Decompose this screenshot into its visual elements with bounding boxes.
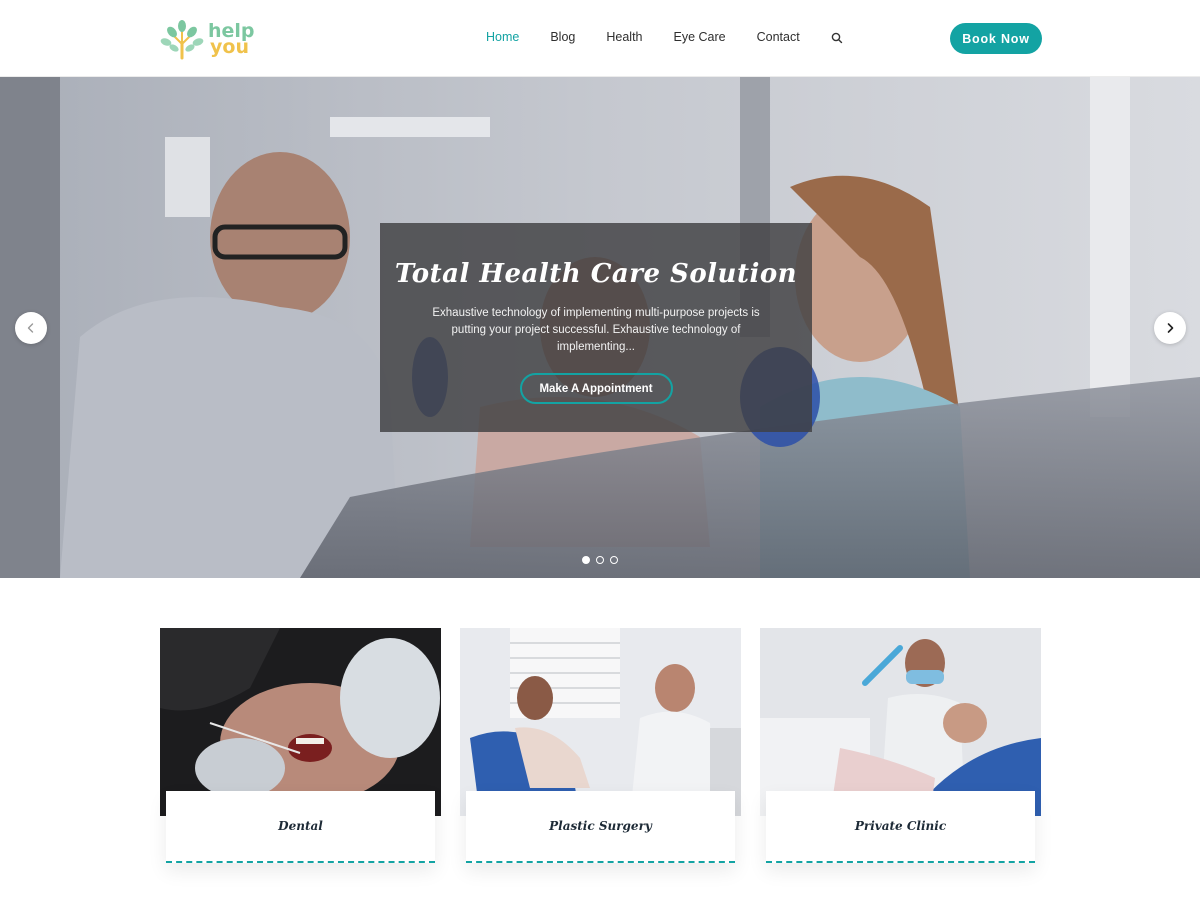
card-label-plastic-surgery: Plastic Surgery <box>466 791 735 863</box>
slider-dot-3[interactable] <box>610 556 618 564</box>
logo[interactable]: help you <box>160 18 270 60</box>
service-cards: Dental Plastic Surgery Private Clinic <box>160 628 1042 888</box>
nav-blog[interactable]: Blog <box>550 30 575 44</box>
card-image-private-clinic <box>760 628 1041 816</box>
hero-title: Total Health Care Solution <box>394 259 798 289</box>
hero-caption-box: Total Health Care Solution Exhaustive te… <box>380 223 812 432</box>
tree-logo-icon <box>160 20 204 60</box>
make-appointment-button[interactable]: Make A Appointment <box>519 373 673 404</box>
hero-slider: Total Health Care Solution Exhaustive te… <box>0 77 1200 578</box>
book-now-button[interactable]: Book Now <box>950 23 1042 54</box>
slider-next-button[interactable] <box>1154 312 1186 344</box>
main-nav: Home Blog Health Eye Care Contact <box>486 30 843 44</box>
card-image-plastic-surgery <box>460 628 741 816</box>
card-private-clinic[interactable]: Private Clinic <box>760 628 1041 878</box>
nav-eye-care[interactable]: Eye Care <box>674 30 726 44</box>
chevron-right-icon <box>1167 323 1174 333</box>
card-image-dental <box>160 628 441 816</box>
logo-line-2: you <box>210 36 249 58</box>
logo-text: help you <box>208 21 255 58</box>
slider-prev-button[interactable] <box>15 312 47 344</box>
slider-dot-2[interactable] <box>596 556 604 564</box>
card-title-dental: Dental <box>278 819 323 833</box>
card-label-dental: Dental <box>166 791 435 863</box>
chevron-left-icon <box>27 323 34 333</box>
card-title-plastic-surgery: Plastic Surgery <box>549 819 652 833</box>
site-header: help you Home Blog Health Eye Care Conta… <box>0 0 1200 77</box>
slider-dot-1[interactable] <box>582 556 590 564</box>
nav-health[interactable]: Health <box>606 30 642 44</box>
hero-description: Exhaustive technology of implementing mu… <box>432 307 760 353</box>
slider-dots <box>582 556 624 564</box>
search-icon[interactable] <box>831 32 843 44</box>
nav-contact[interactable]: Contact <box>757 30 800 44</box>
card-title-private-clinic: Private Clinic <box>854 819 947 833</box>
nav-home[interactable]: Home <box>486 30 519 44</box>
card-dental[interactable]: Dental <box>160 628 441 878</box>
card-plastic-surgery[interactable]: Plastic Surgery <box>460 628 741 878</box>
card-label-private-clinic: Private Clinic <box>766 791 1035 863</box>
